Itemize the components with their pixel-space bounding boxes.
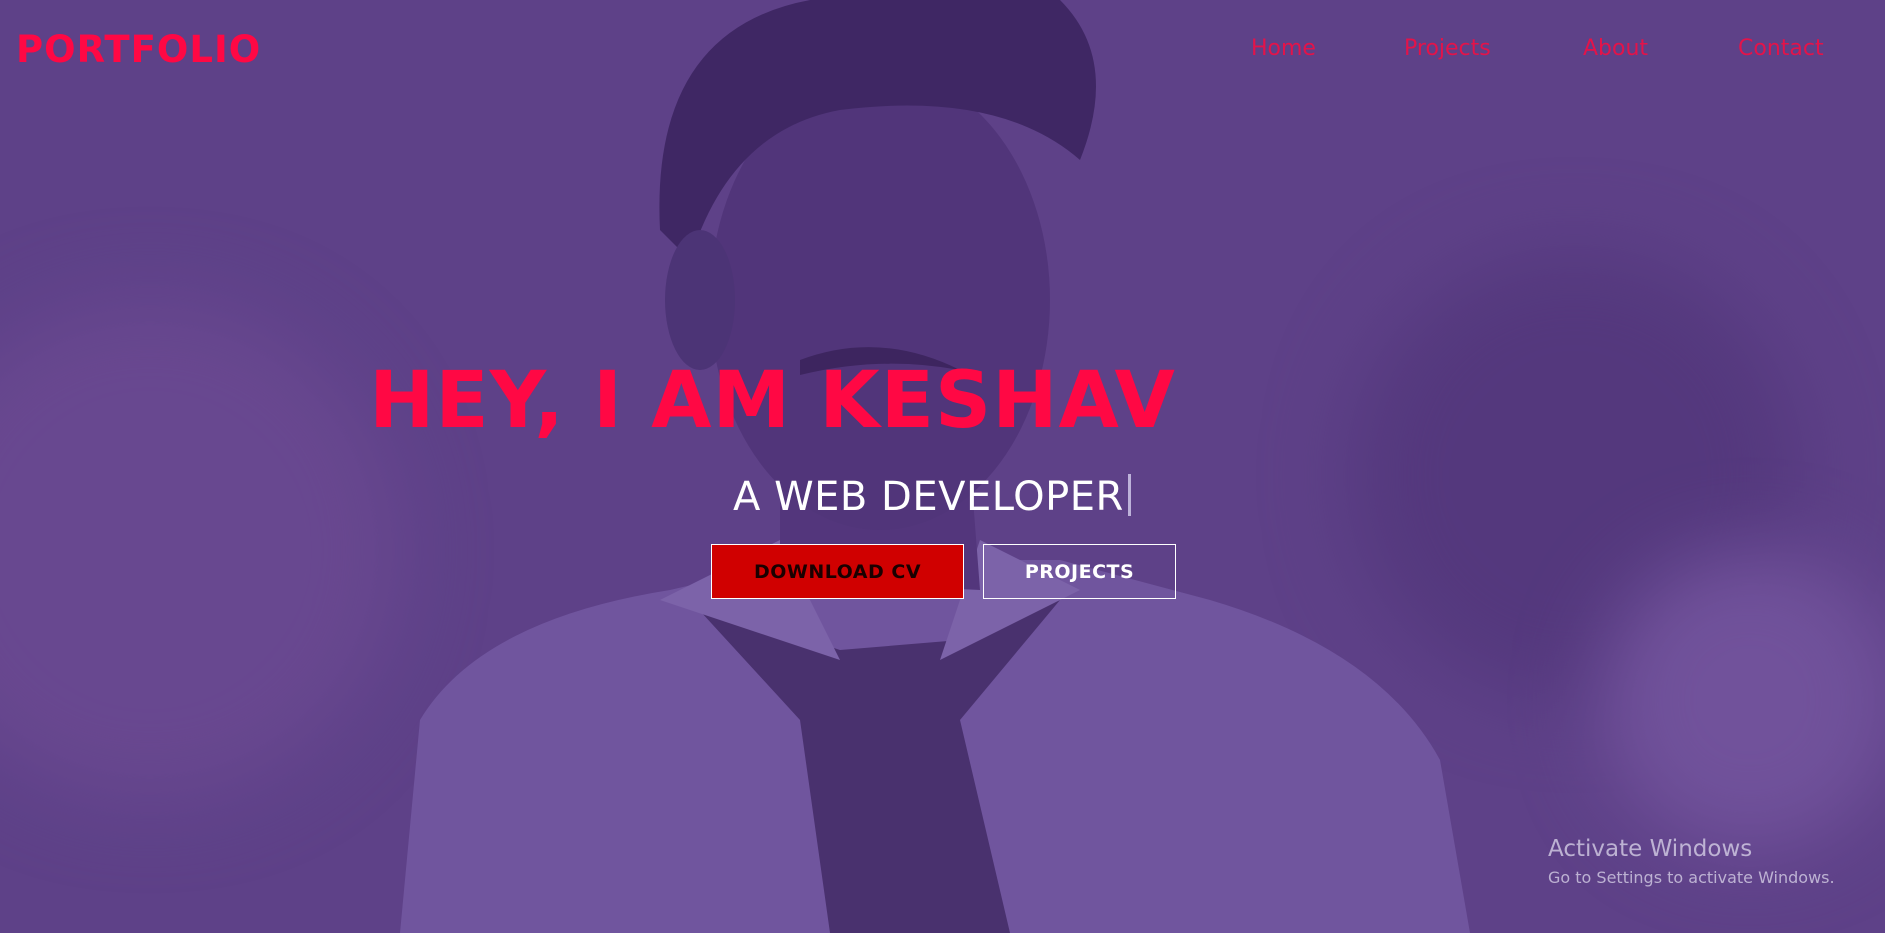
- navbar: PORTFOLIO Home Projects About Contact: [0, 0, 1885, 100]
- hero-title: HEY, I AM KESHAV: [369, 356, 1176, 446]
- watermark-subtitle: Go to Settings to activate Windows.: [1548, 868, 1835, 887]
- watermark-title: Activate Windows: [1548, 836, 1753, 862]
- nav-links: Home Projects About Contact: [1185, 36, 1885, 66]
- portfolio-hero: PORTFOLIO Home Projects About Contact HE…: [0, 0, 1885, 933]
- download-cv-button[interactable]: DOWNLOAD CV: [711, 544, 964, 599]
- nav-link-contact[interactable]: Contact: [1738, 36, 1824, 61]
- hero-subtitle: A WEB DEVELOPER: [733, 474, 1131, 520]
- nav-link-home[interactable]: Home: [1251, 36, 1316, 61]
- projects-button[interactable]: PROJECTS: [983, 544, 1176, 599]
- site-logo[interactable]: PORTFOLIO: [16, 28, 261, 71]
- typing-cursor: [1127, 474, 1131, 516]
- hero-subtitle-text: A WEB DEVELOPER: [733, 474, 1124, 520]
- nav-link-projects[interactable]: Projects: [1404, 36, 1491, 61]
- windows-activation-watermark: Activate Windows Go to Settings to activ…: [1548, 836, 1835, 887]
- color-overlay: [0, 0, 1885, 933]
- nav-link-about[interactable]: About: [1583, 36, 1648, 61]
